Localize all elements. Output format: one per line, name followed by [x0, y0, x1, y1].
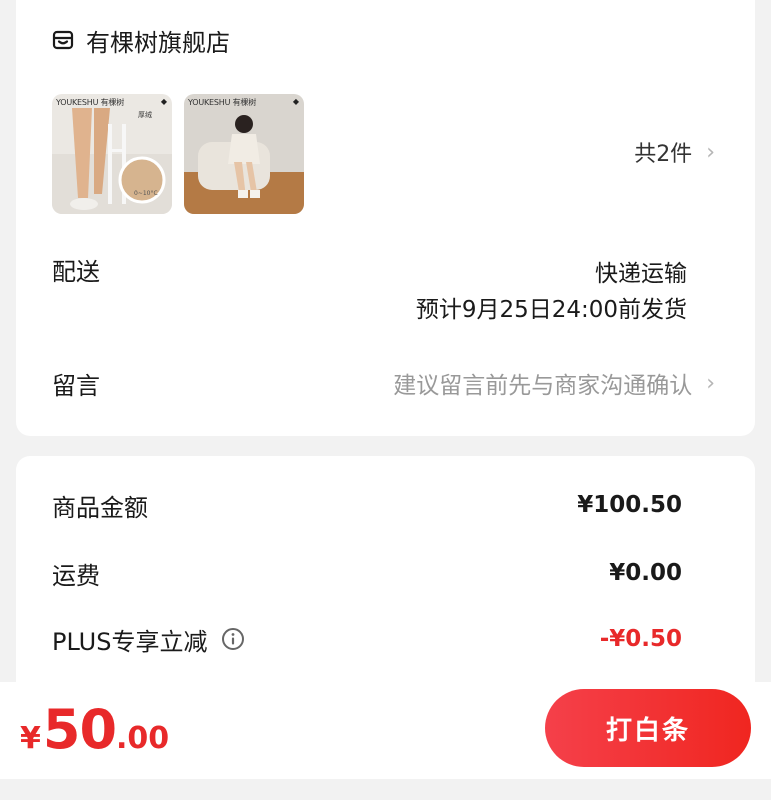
message-placeholder: 建议留言前先与商家沟通确认: [393, 373, 693, 399]
shipping-row: 运费 ¥0.00: [52, 556, 682, 590]
goods-amount-value: ¥100.50: [577, 492, 682, 518]
product-thumbnail[interactable]: YOUKESHU 有棵树 ◆ 厚绒 0~10°C: [52, 94, 172, 214]
plus-discount-value: -¥0.50: [599, 626, 682, 652]
product-thumbnail[interactable]: YOUKESHU 有棵树 ◆: [184, 94, 304, 214]
message-label: 留言: [52, 372, 100, 400]
price-breakdown-card: 商品金额 ¥100.50 运费 ¥0.00 PLUS专享立减 -¥0.50: [16, 456, 755, 682]
product-brand-text: YOUKESHU 有棵树: [188, 98, 256, 107]
total-decimal: .00: [116, 721, 170, 756]
plus-discount-label-wrap: PLUS专享立减: [52, 622, 245, 657]
pay-with-baitiao-button[interactable]: 打白条: [545, 689, 751, 767]
brand-logo-icon: ◆: [160, 97, 167, 106]
order-items-card: 有棵树旗舰店 YOUKESHU 有棵树 ◆ 厚绒 0~10°C YOUKESHU…: [16, 0, 755, 436]
total-integer: 50: [42, 698, 117, 761]
chevron-right-icon: ›: [706, 370, 715, 396]
delivery-eta: 预计9月25日24:00前发货: [415, 297, 687, 323]
plus-discount-label: PLUS专享立减: [52, 627, 208, 656]
shipping-value: ¥0.00: [609, 560, 682, 586]
delivery-method: 快递运输: [595, 261, 687, 287]
store-row[interactable]: 有棵树旗舰店: [52, 20, 230, 60]
chevron-right-icon: ›: [706, 139, 715, 165]
message-input[interactable]: 建议留言前先与商家沟通确认 ›: [393, 366, 715, 400]
product-tag: 厚绒: [138, 111, 152, 119]
product-temp: 0~10°C: [134, 190, 158, 197]
plus-discount-row: PLUS专享立减 -¥0.50: [52, 622, 682, 656]
product-brand-text: YOUKESHU 有棵树: [56, 98, 124, 107]
delivery-label: 配送: [52, 258, 100, 286]
total-price: ¥ 50 .00: [20, 698, 169, 761]
item-count-link[interactable]: 共2件 ›: [634, 136, 715, 168]
goods-amount-row: 商品金额 ¥100.50: [52, 488, 682, 522]
store-name: 有棵树旗舰店: [86, 28, 230, 57]
shipping-label: 运费: [52, 561, 100, 590]
checkout-bar: ¥ 50 .00 打白条: [0, 682, 771, 779]
goods-amount-label: 商品金额: [52, 493, 148, 522]
total-currency: ¥: [20, 721, 41, 756]
store-icon: [52, 29, 74, 51]
item-count: 共2件: [634, 142, 693, 167]
brand-logo-icon: ◆: [292, 97, 299, 106]
info-icon[interactable]: [221, 627, 245, 651]
